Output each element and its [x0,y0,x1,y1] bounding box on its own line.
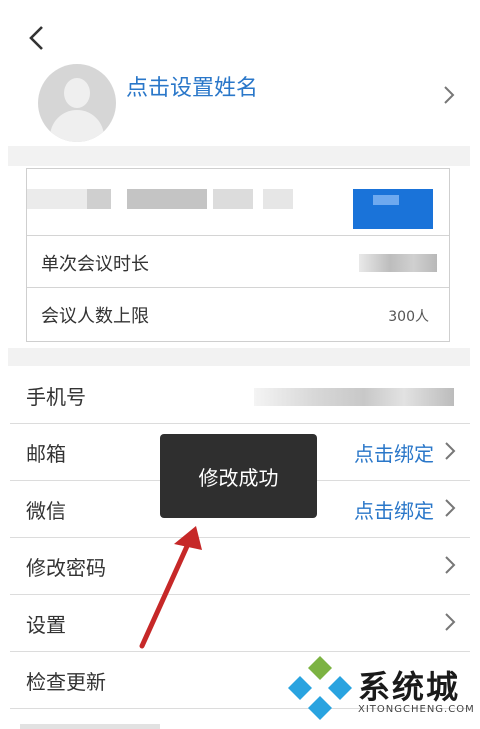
red-arrow-icon [139,526,202,649]
chevron-right-icon [444,86,455,104]
person-silhouette-icon [64,78,90,108]
section-divider [8,348,470,366]
chevron-left-icon [29,26,43,50]
upgrade-button[interactable] [353,189,433,229]
meeting-capacity-row: 会议人数上限 300人 [27,287,449,342]
blurred-plan-info [27,169,449,231]
section-divider [8,146,470,166]
blurred-phone-number [254,388,454,406]
diamond-logo-icon [288,656,352,720]
avatar[interactable] [38,64,116,142]
profile-row[interactable]: 点击设置姓名 [0,56,480,146]
toast-message: 修改成功 [198,466,279,490]
meeting-info-card: 单次会议时长 会议人数上限 300人 [26,168,450,342]
watermark-url: XITONGCHENG.COM [358,704,475,715]
list-item-settings[interactable]: 设置 [10,594,470,652]
chevron-right-icon [445,613,456,631]
watermark-name: 系统城 [358,668,461,706]
watermark-logo: 系统城 XITONGCHENG.COM [288,656,478,726]
blurred-duration-value [359,254,437,272]
back-button[interactable] [26,24,50,52]
success-toast: 修改成功 [160,434,317,518]
chevron-right-icon [445,442,456,460]
set-name-link[interactable]: 点击设置姓名 [126,70,258,102]
list-item-phone[interactable]: 手机号 [10,366,470,424]
meeting-duration-row: 单次会议时长 [27,235,449,290]
bind-email-link[interactable]: 点击绑定 [354,438,434,467]
bind-wechat-link[interactable]: 点击绑定 [354,495,434,524]
chevron-right-icon [445,556,456,574]
partially-visible-row [20,718,220,729]
chevron-right-icon [445,499,456,517]
list-item-change-password[interactable]: 修改密码 [10,537,470,595]
